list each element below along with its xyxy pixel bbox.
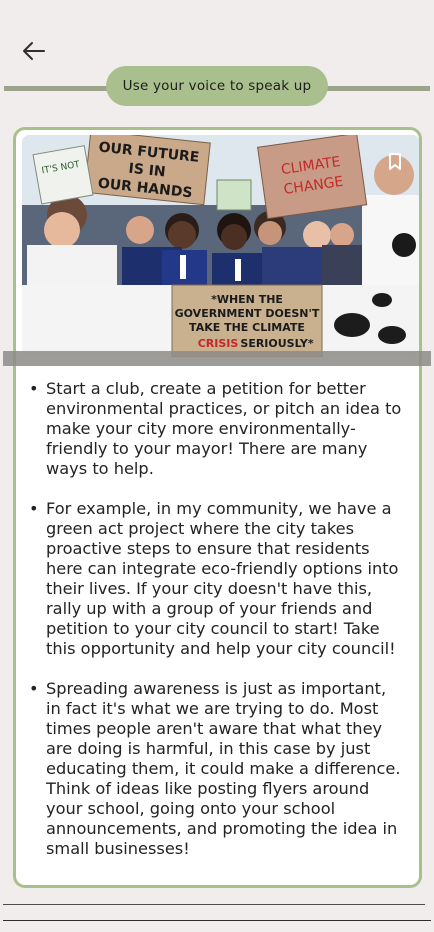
bottom-divider bbox=[3, 920, 431, 921]
svg-text:TAKE THE CLIMATE: TAKE THE CLIMATE bbox=[189, 321, 305, 334]
bookmark-button[interactable] bbox=[384, 151, 406, 173]
svg-text:CRISIS: CRISIS bbox=[198, 337, 239, 350]
svg-text:SERIOUSLY*: SERIOUSLY* bbox=[240, 337, 313, 350]
bottom-divider bbox=[3, 904, 425, 905]
bookmark-icon bbox=[389, 153, 401, 170]
page-title: Use your voice to speak up bbox=[106, 66, 328, 106]
arrow-left-icon bbox=[23, 42, 45, 60]
svg-text:GOVERNMENT DOESN'T: GOVERNMENT DOESN'T bbox=[175, 307, 320, 320]
image-divider bbox=[3, 351, 431, 366]
protest-image: OUR FUTURE IS IN OUR HANDS CLIMATE CHANG… bbox=[22, 135, 419, 357]
list-item: Spreading awareness is just as important… bbox=[28, 679, 404, 859]
list-item: For example, in my community, we have a … bbox=[28, 499, 404, 659]
list-item: Start a club, create a petition for bett… bbox=[28, 379, 404, 479]
back-button[interactable] bbox=[19, 36, 49, 66]
protest-photo: OUR FUTURE IS IN OUR HANDS CLIMATE CHANG… bbox=[22, 135, 419, 357]
bullet-list: Start a club, create a petition for bett… bbox=[28, 379, 404, 879]
svg-text:*WHEN THE: *WHEN THE bbox=[211, 293, 283, 306]
